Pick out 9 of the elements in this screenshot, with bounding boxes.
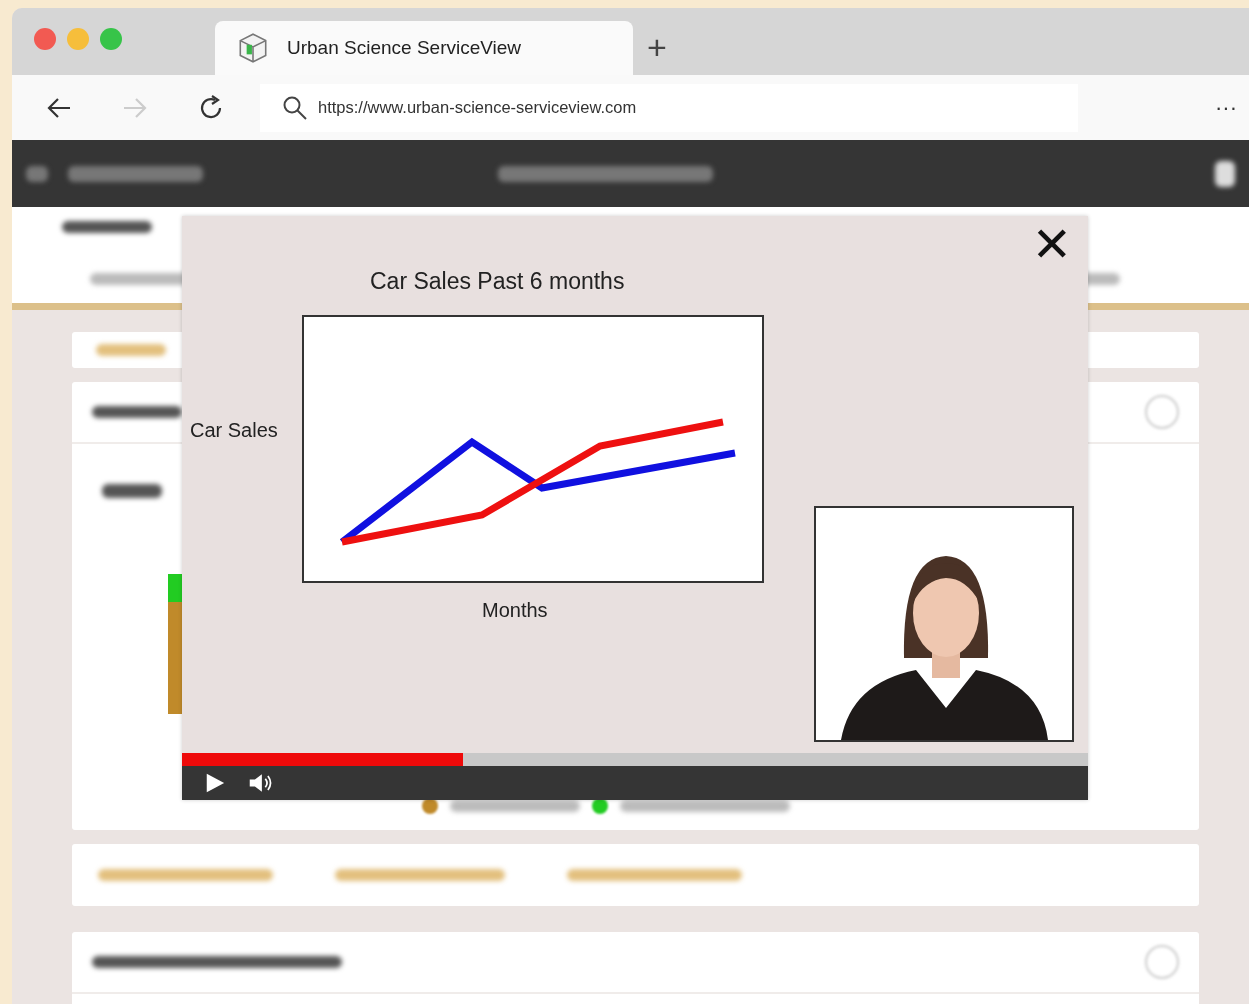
close-button[interactable]: ✕ (1031, 220, 1072, 268)
axis-label: Car Sales (190, 419, 279, 442)
address-bar[interactable]: https://www.urban-science-serviceview.com (260, 83, 1078, 132)
browser-tab[interactable]: Urban Science ServiceView (215, 21, 633, 75)
url-text: https://www.urban-science-serviceview.com (318, 98, 637, 117)
chart-title: Car Sales Past 6 months (370, 268, 626, 295)
more-menu-button[interactable]: ··· (1215, 94, 1237, 121)
axis-label: Months (482, 599, 549, 622)
new-tab-button[interactable]: + (647, 28, 667, 67)
